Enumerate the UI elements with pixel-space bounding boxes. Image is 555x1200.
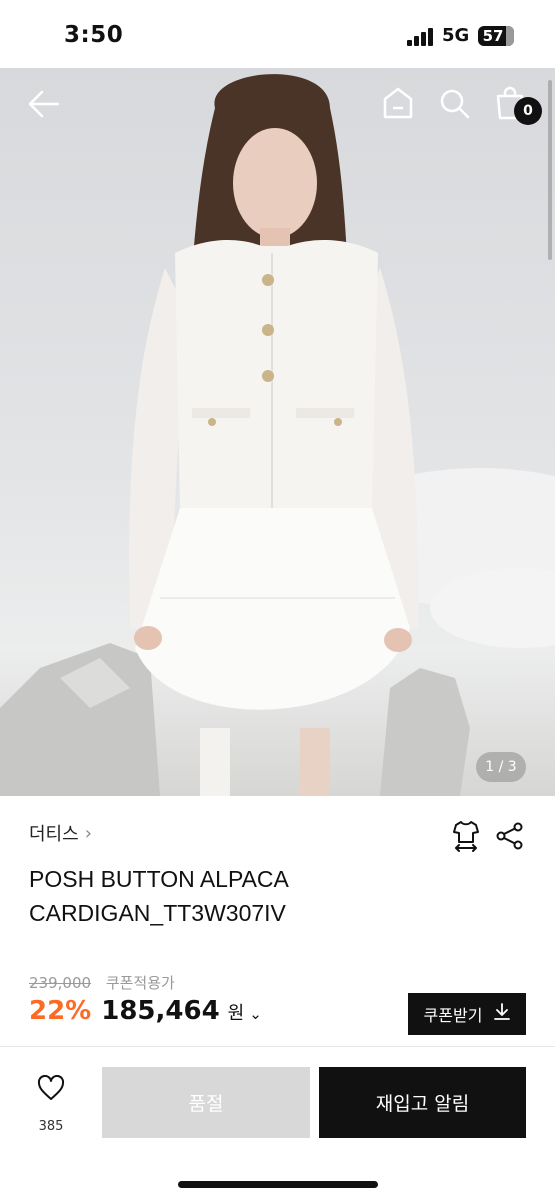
status-time: 3:50 (64, 22, 124, 48)
cart-count-badge: 0 (514, 97, 542, 125)
brand-name: 더티스 (29, 824, 79, 845)
scroll-indicator (548, 80, 552, 260)
signal-icon (407, 28, 435, 46)
size-guide-icon[interactable] (452, 820, 480, 856)
product-name: POSH BUTTON ALPACA CARDIGAN_TT3W307IV (29, 866, 288, 926)
chevron-down-icon[interactable]: ⌄ (249, 1005, 262, 1023)
download-icon (494, 1003, 511, 1025)
battery-level: 57 (482, 27, 504, 45)
coupon-price-label: 쿠폰적용가 (105, 974, 175, 992)
heart-icon (37, 1074, 65, 1105)
brand-link[interactable]: 더티스 › (29, 820, 92, 846)
status-bar: 3:50 5G 57 (0, 0, 555, 68)
get-coupon-button[interactable]: 쿠폰받기 (408, 993, 526, 1035)
currency-label: 원 (227, 1003, 245, 1024)
original-price: 239,000 (29, 974, 92, 992)
restock-alert-button[interactable]: 재입고 알림 (319, 1067, 526, 1138)
product-photo (0, 74, 555, 796)
product-image-gallery[interactable] (0, 68, 555, 796)
like-count: 385 (38, 1119, 64, 1134)
chevron-right-icon: › (84, 822, 92, 844)
like-button[interactable]: 385 (26, 1074, 76, 1145)
network-label: 5G (442, 25, 470, 46)
battery-icon: 57 (478, 26, 514, 46)
original-price-row: 239,000 쿠폰적용가 (29, 972, 175, 993)
get-coupon-label: 쿠폰받기 (423, 1006, 483, 1025)
soldout-button[interactable]: 품절 (102, 1067, 310, 1138)
home-indicator (178, 1181, 378, 1188)
price-row[interactable]: 22% 185,464 원 ⌄ (29, 996, 262, 1026)
bottom-action-bar: 385 품절 재입고 알림 (0, 1046, 555, 1200)
discount-rate: 22% (29, 996, 92, 1026)
sale-price: 185,464 (101, 996, 220, 1026)
image-counter: 1 / 3 (476, 752, 526, 782)
share-icon[interactable] (496, 822, 524, 854)
